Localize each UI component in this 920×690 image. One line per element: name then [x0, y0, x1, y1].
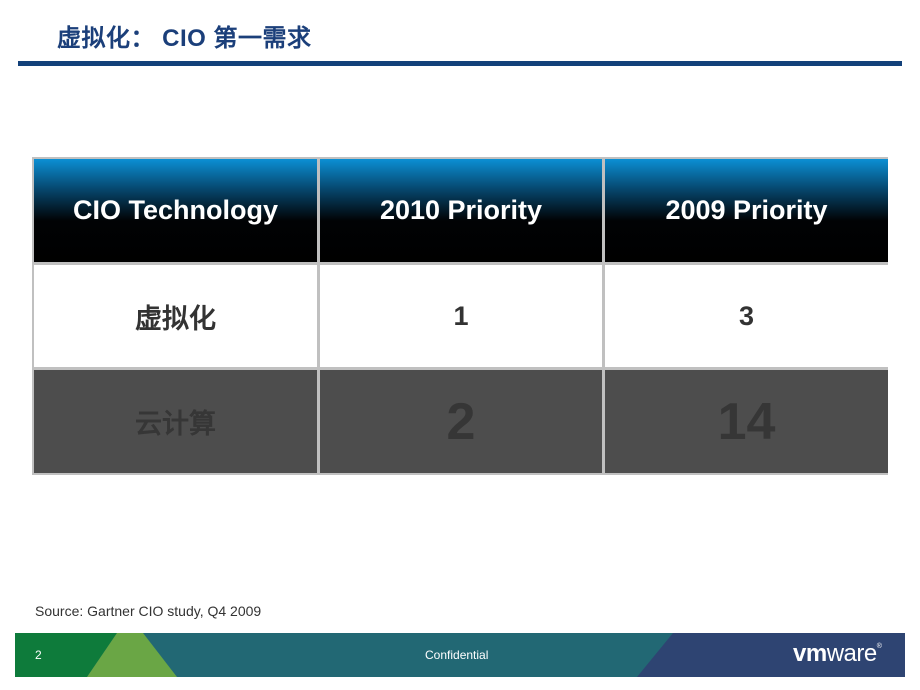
cell-priority-2010: 2: [320, 370, 602, 473]
source-note: Source: Gartner CIO study, Q4 2009: [35, 603, 262, 619]
confidential-label: Confidential: [425, 648, 489, 662]
cell-technology: 虚拟化: [34, 265, 317, 367]
vmware-logo: vmware®: [793, 640, 882, 668]
table-row: 虚拟化 1 3: [34, 265, 888, 367]
logo-ware: ware: [826, 640, 878, 667]
cell-priority-2010: 1: [320, 265, 602, 367]
header-2010-priority: 2010 Priority: [320, 159, 602, 262]
cell-technology: 云计算: [34, 370, 317, 473]
table-row: 云计算 2 14: [34, 370, 888, 473]
slide-title: 虚拟化： CIO 第一需求: [57, 25, 312, 52]
logo-vm: vm: [793, 640, 827, 667]
table-header-row: CIO Technology 2010 Priority 2009 Priori…: [34, 159, 888, 262]
header-2009-priority: 2009 Priority: [605, 159, 888, 262]
footer-bar: 2 Confidential vmware®: [15, 633, 905, 677]
registered-mark: ®: [876, 643, 882, 650]
title-divider: [18, 61, 902, 66]
header-cio-technology: CIO Technology: [34, 159, 317, 262]
cell-priority-2009: 14: [605, 370, 888, 473]
priority-table: CIO Technology 2010 Priority 2009 Priori…: [32, 157, 888, 475]
page-number: 2: [35, 648, 42, 662]
cell-priority-2009: 3: [605, 265, 888, 367]
